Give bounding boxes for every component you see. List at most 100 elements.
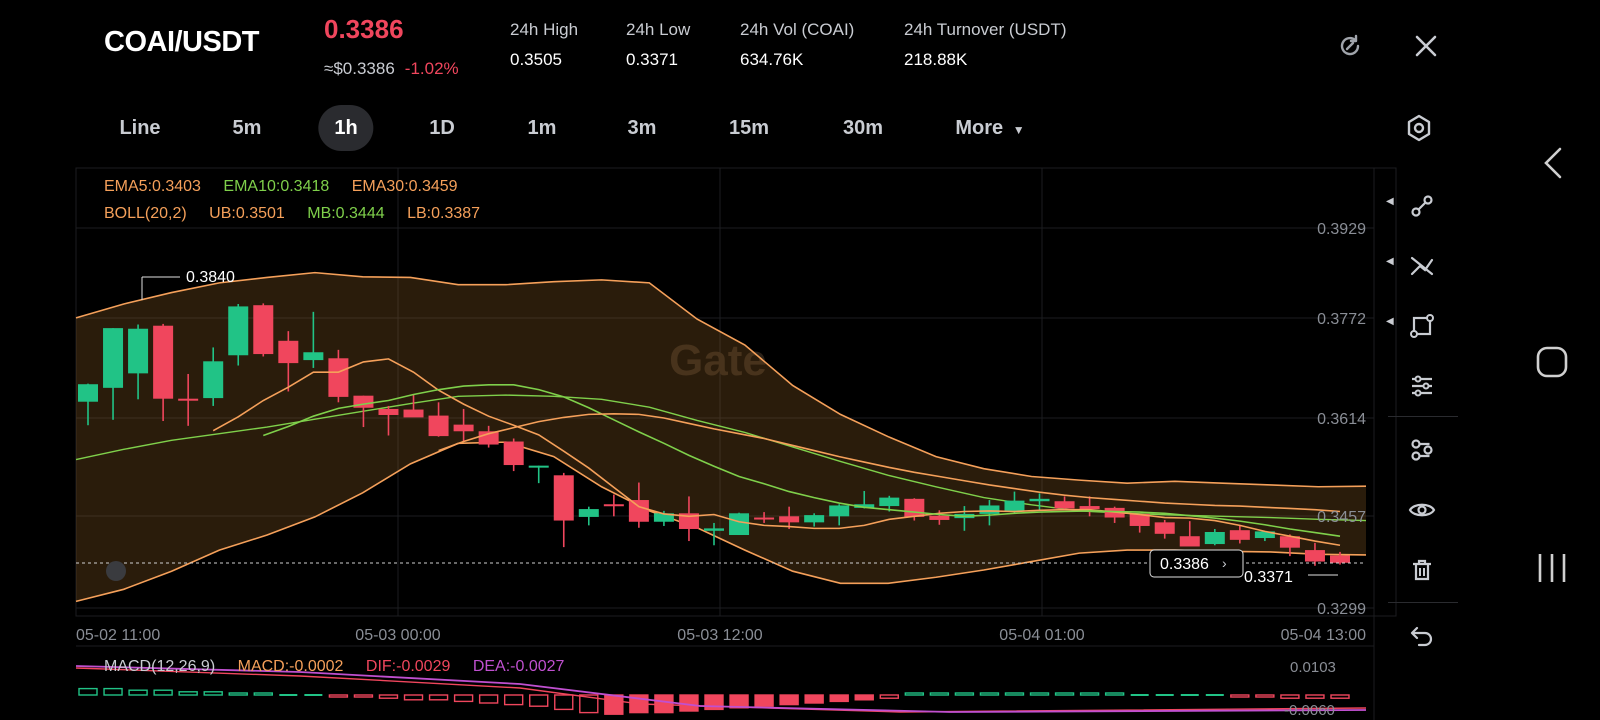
expand-arrow-icon: ◀: [1386, 256, 1394, 267]
macd-bar: [153, 689, 173, 696]
candle-body: [603, 504, 624, 507]
candle-body: [178, 398, 199, 401]
macd-bar: [1330, 694, 1350, 699]
candlestick-chart[interactable]: Gate 0.39290.37720.36140.34570.3299 05-0…: [0, 0, 1600, 720]
undo-button[interactable]: [1378, 616, 1468, 656]
macd-bar: [1205, 694, 1224, 696]
y-tick-label: 0.3299: [1317, 601, 1366, 618]
macd-bar: [1054, 692, 1075, 696]
legend-macd-title: MACD(12,26,9): [104, 658, 216, 675]
candle: [729, 512, 750, 536]
trendline-tool-button[interactable]: ◀: [1378, 186, 1468, 226]
macd-bar: [428, 694, 449, 701]
candle-body: [1304, 550, 1325, 562]
macd-bar: [1155, 694, 1174, 696]
macd-legend: MACD(12,26,9) MACD:-0.0002 DIF:-0.0029 D…: [104, 658, 582, 676]
candle-body: [428, 415, 449, 437]
delete-drawings-button[interactable]: [1378, 550, 1468, 590]
candle-body: [829, 505, 850, 517]
max-price-label: 0.3840: [186, 269, 235, 286]
eye-icon: [1408, 503, 1436, 517]
candle-body: [1229, 530, 1250, 540]
candle-body: [1204, 532, 1225, 545]
visibility-button[interactable]: [1378, 490, 1468, 530]
macd-bar: [1305, 694, 1325, 699]
undo-icon: [1410, 626, 1433, 647]
ema-legend: EMA5:0.3403 EMA10:0.3418 EMA30:0.3459: [104, 178, 476, 196]
expand-arrow-icon: ◀: [1386, 316, 1394, 327]
macd-bar: [228, 692, 248, 696]
trash-icon: [1413, 559, 1431, 581]
candle-body: [704, 528, 724, 531]
macd-bar: [1230, 694, 1250, 698]
price-line-handle-icon: [106, 561, 126, 581]
candle-body: [103, 328, 124, 388]
macd-bar: [854, 694, 874, 701]
layers-icon: [1411, 439, 1433, 461]
candle: [253, 303, 274, 357]
macd-bar: [253, 692, 273, 696]
fib-tool-button[interactable]: ◀: [1378, 246, 1468, 286]
macd-top-label: 0.0103: [1290, 659, 1336, 676]
macd-bar: [904, 692, 925, 696]
x-tick-label: 05-02 11:00: [76, 627, 160, 644]
candle-body: [553, 475, 574, 521]
macd-bar: [1180, 694, 1199, 696]
candle-body: [1004, 500, 1025, 511]
object-tree-button[interactable]: [1378, 430, 1468, 470]
candle-body: [78, 384, 98, 402]
macd-bar: [453, 694, 474, 703]
last-price-label: 0.3386: [1160, 556, 1209, 573]
candle-body: [1029, 498, 1050, 502]
candle: [578, 506, 599, 526]
legend-ema30: EMA30:0.3459: [351, 178, 458, 195]
candle-body: [278, 340, 299, 364]
candle-body: [203, 361, 224, 399]
macd-bottom-label: -0.0060: [1284, 702, 1335, 719]
macd-bar: [954, 692, 975, 696]
candle-body: [1179, 536, 1200, 547]
x-tick-label: 05-03 12:00: [677, 627, 763, 644]
legend-ema10: EMA10:0.3418: [223, 178, 330, 195]
candle-body: [228, 306, 249, 356]
candle-body: [503, 441, 524, 466]
candle: [528, 465, 549, 484]
macd-bar: [1079, 692, 1100, 696]
macd-bar: [78, 687, 98, 696]
back-nav-icon[interactable]: [1540, 146, 1566, 185]
recents-nav-icon[interactable]: [1536, 552, 1568, 589]
trendline-icon: [1411, 195, 1433, 217]
macd-bar: [929, 692, 950, 696]
macd-bar: [1130, 694, 1149, 696]
macd-bar: [328, 694, 349, 698]
candle-body: [453, 424, 474, 432]
candle-body: [979, 505, 1000, 514]
sliders-icon: [1412, 375, 1432, 397]
macd-bar: [304, 694, 323, 696]
macd-bar: [503, 694, 524, 706]
macd-bar: [1280, 694, 1300, 699]
candle-body: [253, 305, 274, 355]
macd-bar: [779, 694, 799, 706]
y-tick-label: 0.3614: [1317, 411, 1366, 428]
candle-body: [303, 352, 324, 361]
macd-bar: [353, 694, 374, 698]
home-nav-icon[interactable]: [1536, 346, 1568, 383]
candle-body: [403, 409, 424, 418]
macd-bar: [279, 694, 298, 696]
legend-lb: LB:0.3387: [407, 205, 481, 222]
candle: [603, 494, 624, 517]
expand-arrow-icon: ◀: [1386, 196, 1394, 207]
candle: [553, 472, 574, 548]
indicator-settings-button[interactable]: [1378, 366, 1468, 406]
cross-lines-icon: [1410, 256, 1434, 276]
macd-bar: [604, 694, 624, 715]
macd-bar: [1004, 692, 1025, 696]
shape-tool-button[interactable]: ◀: [1378, 306, 1468, 346]
y-tick-label: 0.3772: [1317, 311, 1366, 328]
candle-body: [378, 408, 399, 415]
macd-bar: [829, 694, 849, 703]
toolbar-divider: [1388, 602, 1458, 603]
candle-body: [528, 465, 549, 468]
candle-body: [1154, 522, 1175, 534]
